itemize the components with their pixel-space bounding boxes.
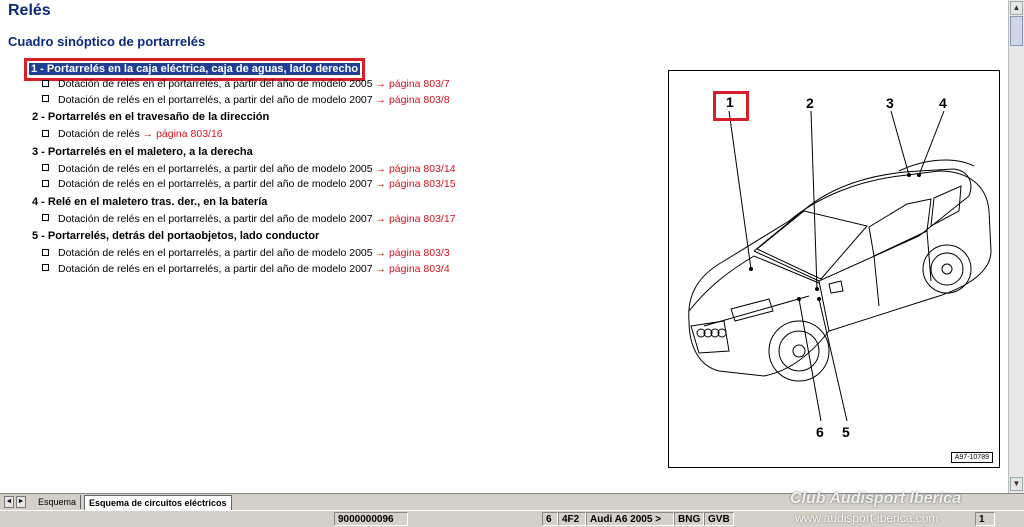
status-cell-5: GVB — [704, 512, 734, 526]
relay-sub-item[interactable]: Dotación de relés en el portarrelés, a p… — [32, 212, 652, 228]
arrow-icon: → — [375, 262, 387, 275]
bullet-icon — [42, 248, 49, 256]
watermark-title: Club Audisport Iberica — [790, 490, 961, 507]
status-model: Audi A6 2005 > — [586, 512, 674, 526]
watermark-url: www.audisport-iberica.com — [795, 511, 939, 525]
relay-sub-item[interactable]: Dotación de relés en el portarrelés, a p… — [32, 262, 652, 278]
status-cell-6: 1 — [975, 512, 995, 526]
car-diagram-figure: 1 2 3 4 6 5 A97-10789 — [668, 70, 1000, 468]
relay-item-3[interactable]: 3 - Portarrelés en el maletero, a la der… — [32, 143, 652, 162]
relay-sub-item[interactable]: Dotación de relés en el portarrelés, a p… — [32, 177, 652, 193]
relay-sub-item[interactable]: Dotación de relés en el portarrelés, a p… — [32, 93, 652, 109]
bullet-icon — [42, 129, 49, 137]
arrow-icon: → — [375, 93, 387, 106]
callout-2: 2 — [806, 95, 814, 111]
relay-sub-item[interactable]: Dotación de relés en el portarrelés, a p… — [32, 246, 652, 262]
scrollbar-thumb[interactable] — [1010, 16, 1023, 46]
callout-5: 5 — [842, 424, 850, 440]
vertical-scrollbar[interactable]: ▲ ▼ — [1008, 0, 1024, 493]
callout-1: 1 — [726, 94, 734, 110]
tab-next-icon[interactable]: ► — [16, 496, 26, 508]
arrow-icon: → — [142, 128, 154, 140]
page-link[interactable]: página 803/16 — [156, 128, 223, 140]
arrow-icon: → — [375, 178, 387, 190]
page-link[interactable]: página 803/8 — [389, 94, 450, 106]
status-cell-4: BNG — [674, 512, 704, 526]
tab-esquema-circuitos[interactable]: Esquema de circuitos eléctricos — [84, 495, 232, 510]
tab-esquema[interactable]: Esquema — [34, 495, 82, 509]
callout-6: 6 — [816, 424, 824, 440]
relay-item-1-label: 1 - Portarrelés en la caja eléctrica, ca… — [29, 63, 361, 75]
bullet-icon — [42, 79, 49, 87]
bullet-icon — [42, 214, 49, 222]
relay-item-5[interactable]: 5 - Portarrelés, detrás del portaobjetos… — [32, 227, 652, 246]
scroll-down-icon[interactable]: ▼ — [1010, 477, 1023, 491]
status-doc-number: 9000000096 — [334, 512, 408, 526]
figure-reference: A97-10789 — [950, 452, 993, 463]
arrow-icon: → — [375, 78, 387, 90]
page-link[interactable]: página 803/15 — [389, 178, 456, 190]
status-cell-2: 4F2 — [558, 512, 586, 526]
arrow-icon: → — [375, 162, 387, 175]
page-link[interactable]: página 803/17 — [389, 213, 456, 225]
page-subtitle: Cuadro sinóptico de portarrelés — [8, 34, 206, 49]
page-link[interactable]: página 803/7 — [389, 78, 450, 90]
arrow-icon: → — [375, 212, 387, 225]
page-link[interactable]: página 803/3 — [389, 247, 450, 259]
bullet-icon — [42, 264, 49, 272]
relay-list: 1 - Portarrelés en la caja eléctrica, ca… — [24, 58, 652, 278]
relay-sub-item[interactable]: Dotación de relés en el portarrelés, a p… — [32, 162, 652, 178]
scroll-up-icon[interactable]: ▲ — [1010, 1, 1023, 15]
arrow-icon: → — [375, 247, 387, 259]
bullet-icon — [42, 164, 49, 172]
document-page: Relés Cuadro sinóptico de portarrelés 1 … — [0, 0, 1008, 493]
relay-item-2[interactable]: 2 - Portarrelés en el travesaño de la di… — [32, 108, 652, 127]
relay-item-1[interactable]: 1 - Portarrelés en la caja eléctrica, ca… — [24, 58, 652, 81]
callout-3: 3 — [886, 95, 894, 111]
relay-item-4[interactable]: 4 - Relé en el maletero tras. der., en l… — [32, 193, 652, 212]
callout-4: 4 — [939, 95, 947, 111]
page-link[interactable]: página 803/14 — [389, 163, 456, 175]
bullet-icon — [42, 179, 49, 187]
page-title: Relés — [8, 2, 51, 19]
bullet-icon — [42, 95, 49, 103]
car-illustration — [688, 110, 992, 422]
relay-sub-item[interactable]: Dotación de relés en el portarrelés, a p… — [32, 77, 652, 93]
page-link[interactable]: página 803/4 — [389, 263, 450, 275]
status-cell-1: 6 — [542, 512, 558, 526]
tab-prev-icon[interactable]: ◄ — [4, 496, 14, 508]
relay-sub-item[interactable]: Dotación de relés → página 803/16 — [32, 127, 652, 143]
